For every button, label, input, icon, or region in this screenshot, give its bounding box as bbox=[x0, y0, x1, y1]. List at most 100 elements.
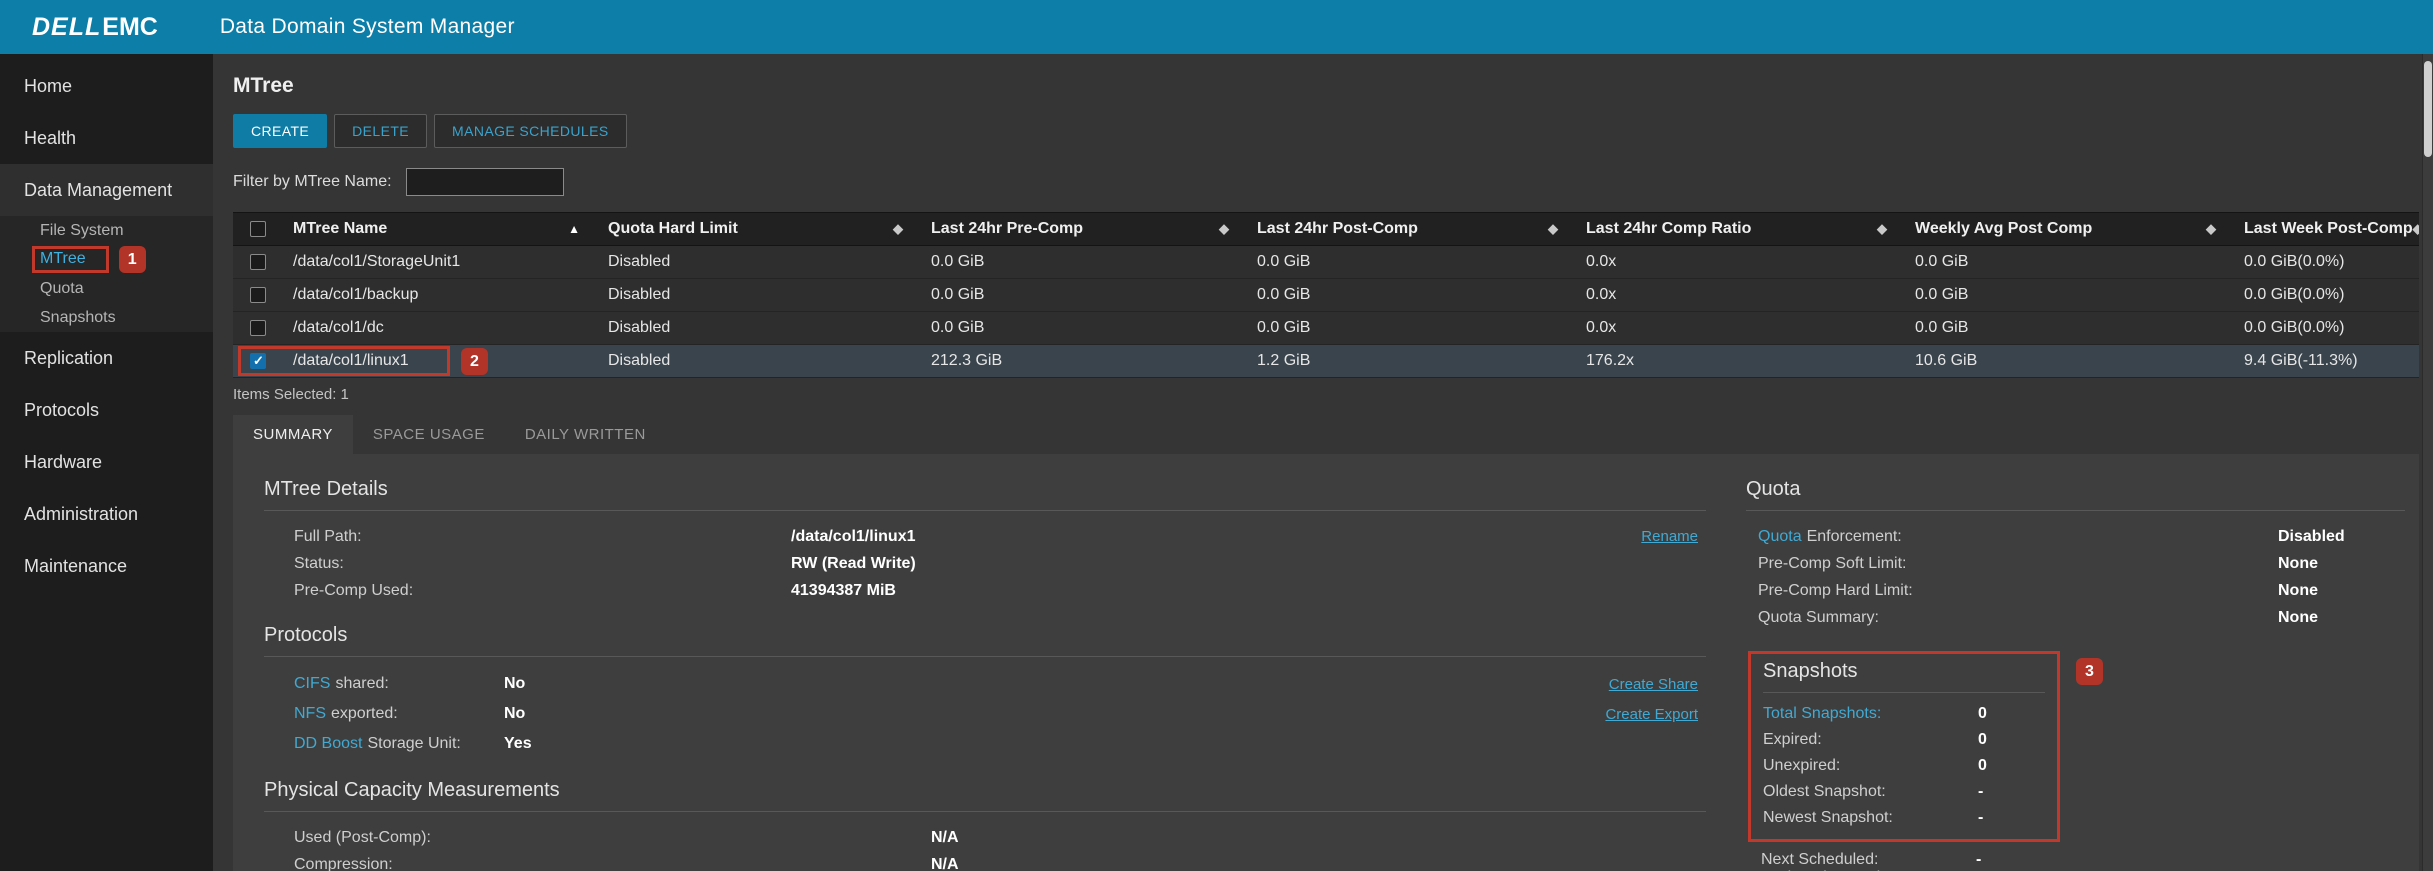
sort-icon: ◆ bbox=[1877, 221, 1887, 236]
create-export-link[interactable]: Create Export bbox=[1605, 706, 1698, 723]
row-checkbox[interactable] bbox=[250, 320, 266, 336]
filter-label: Filter by MTree Name: bbox=[233, 173, 392, 190]
sort-icon: ◆ bbox=[1548, 221, 1558, 236]
sidebar-item-administration[interactable]: Administration bbox=[0, 488, 213, 540]
sidebar-group-data-management: Data Management File System MTree 1 Quot… bbox=[0, 164, 213, 332]
table-header-row: MTree Name ▲ Quota Hard Limit ◆ Last 24hr … bbox=[233, 212, 2419, 246]
app-title: Data Domain System Manager bbox=[219, 15, 515, 38]
sort-icon: ◆ bbox=[1219, 221, 1229, 236]
newest-snapshot-row: Newest Snapshot: - bbox=[1763, 809, 1984, 826]
tab-space-usage[interactable]: SPACE USAGE bbox=[353, 415, 505, 454]
cell-quota-hard-limit: Disabled bbox=[608, 352, 671, 369]
summary-right-column: Quota Quota Enforcement: Disabled Pre-Com… bbox=[1746, 478, 2405, 871]
soft-limit-row: Pre-Comp Soft Limit: None bbox=[1758, 554, 2318, 572]
column-header-weekly-avg-post-comp[interactable]: Weekly Avg Post Comp ◆ bbox=[1905, 220, 2234, 238]
cell-mtree-name: /data/col1/StorageUnit1 bbox=[293, 253, 461, 270]
cell-weekly-avg: 0.0 GiB bbox=[1915, 286, 1969, 303]
dd-boost-link[interactable]: DD Boost bbox=[294, 735, 362, 753]
snapshots-section: 3 Snapshots Total Snapshots: 0 Expired: … bbox=[1746, 651, 2405, 871]
snapshots-title: Snapshots bbox=[1763, 660, 2045, 693]
sidebar-item-snapshots[interactable]: Snapshots bbox=[0, 303, 213, 332]
row-checkbox[interactable] bbox=[250, 254, 266, 270]
detail-tabs: SUMMARY SPACE USAGE DAILY WRITTEN bbox=[233, 415, 2419, 454]
delete-button[interactable]: DELETE bbox=[334, 114, 428, 148]
dell-logo-text: DELL bbox=[32, 12, 102, 41]
annotation-badge-3: 3 bbox=[2076, 658, 2103, 685]
annotation-box-1: MTree bbox=[32, 246, 109, 273]
unexpired-row: Unexpired: 0 bbox=[1763, 757, 1987, 774]
compression-row: Compression: N/A bbox=[294, 855, 959, 871]
dd-system-manager-window: DELLEMC Data Domain System Manager Home … bbox=[0, 0, 2433, 871]
table-row-backup[interactable]: /data/col1/backup Disabled 0.0 GiB 0.0 G… bbox=[233, 279, 2419, 312]
nfs-link[interactable]: NFS bbox=[294, 705, 326, 723]
create-share-link[interactable]: Create Share bbox=[1609, 676, 1698, 693]
cifs-link[interactable]: CIFS bbox=[294, 675, 330, 693]
annotation-badge-2: 2 bbox=[461, 348, 488, 375]
cell-post-comp: 1.2 GiB bbox=[1257, 352, 1311, 369]
row-checkbox-checked[interactable] bbox=[250, 353, 266, 369]
sort-icon: ◆ bbox=[2206, 221, 2216, 236]
manage-schedules-button[interactable]: MANAGE SCHEDULES bbox=[434, 114, 627, 148]
table-row-storageunit1[interactable]: /data/col1/StorageUnit1 Disabled 0.0 GiB… bbox=[233, 246, 2419, 279]
sort-icon: ◆ bbox=[2412, 221, 2419, 236]
sidebar-item-replication[interactable]: Replication bbox=[0, 332, 213, 384]
tab-summary[interactable]: SUMMARY bbox=[233, 415, 353, 454]
cell-mtree-name: /data/col1/backup bbox=[293, 286, 419, 303]
sidebar-item-data-management[interactable]: Data Management bbox=[0, 164, 213, 216]
page-title: MTree bbox=[233, 74, 294, 97]
sidebar-item-file-system[interactable]: File System bbox=[0, 216, 213, 245]
table-row-linux1-selected[interactable]: 2 /data/col1/linux1 Disabled 212.3 GiB 1… bbox=[233, 345, 2419, 378]
sort-icon: ◆ bbox=[893, 221, 903, 236]
cell-comp-ratio: 0.0x bbox=[1586, 286, 1617, 303]
used-post-comp-row: Used (Post-Comp): N/A bbox=[294, 828, 959, 846]
sidebar-item-maintenance[interactable]: Maintenance bbox=[0, 540, 213, 592]
cell-mtree-name: /data/col1/linux1 bbox=[293, 352, 409, 369]
sidebar-item-home[interactable]: Home bbox=[0, 60, 213, 112]
summary-left-column: MTree Details Full Path: /data/col1/linu… bbox=[264, 478, 1746, 871]
scrollbar-thumb[interactable] bbox=[2424, 61, 2432, 157]
cell-pre-comp: 0.0 GiB bbox=[931, 286, 985, 303]
cell-comp-ratio: 176.2x bbox=[1586, 352, 1635, 369]
tab-daily-written[interactable]: DAILY WRITTEN bbox=[505, 415, 666, 454]
dell-emc-logo: DELLEMC bbox=[32, 13, 158, 42]
cell-mtree-name: /data/col1/dc bbox=[293, 319, 384, 336]
cell-pre-comp: 0.0 GiB bbox=[931, 319, 985, 336]
toolbar: CREATE DELETE MANAGE SCHEDULES bbox=[233, 114, 2419, 148]
column-header-last-24hr-comp-ratio[interactable]: Last 24hr Comp Ratio ◆ bbox=[1576, 220, 1905, 238]
next-scheduled-row: Next Scheduled: - bbox=[1761, 850, 1982, 868]
cell-last-week: 0.0 GiB(0.0%) bbox=[2244, 253, 2345, 270]
expired-row: Expired: 0 bbox=[1763, 731, 1987, 748]
row-checkbox[interactable] bbox=[250, 287, 266, 303]
column-header-quota-hard-limit[interactable]: Quota Hard Limit ◆ bbox=[598, 220, 921, 238]
sidebar-item-quota[interactable]: Quota bbox=[0, 274, 213, 303]
oldest-snapshot-row: Oldest Snapshot: - bbox=[1763, 783, 1984, 800]
column-header-last-24hr-post-comp[interactable]: Last 24hr Post-Comp ◆ bbox=[1247, 220, 1576, 238]
cell-comp-ratio: 0.0x bbox=[1586, 319, 1617, 336]
create-button[interactable]: CREATE bbox=[233, 114, 328, 148]
sidebar-item-protocols[interactable]: Protocols bbox=[0, 384, 213, 436]
cell-quota-hard-limit: Disabled bbox=[608, 319, 671, 336]
quota-link[interactable]: Quota bbox=[1758, 528, 1802, 546]
select-all-checkbox[interactable] bbox=[250, 221, 266, 237]
sidebar-item-health[interactable]: Health bbox=[0, 112, 213, 164]
rename-link[interactable]: Rename bbox=[1641, 528, 1698, 545]
sidebar-item-mtree[interactable]: MTree 1 bbox=[0, 245, 213, 274]
total-snapshots-link[interactable]: Total Snapshots: bbox=[1763, 705, 1881, 723]
sort-ascending-icon: ▲ bbox=[568, 222, 580, 236]
table-row-dc[interactable]: /data/col1/dc Disabled 0.0 GiB 0.0 GiB 0… bbox=[233, 312, 2419, 345]
column-header-last-24hr-pre-comp[interactable]: Last 24hr Pre-Comp ◆ bbox=[921, 220, 1247, 238]
sidebar-item-hardware[interactable]: Hardware bbox=[0, 436, 213, 488]
summary-panel: MTree Details Full Path: /data/col1/linu… bbox=[233, 454, 2419, 871]
cell-quota-hard-limit: Disabled bbox=[608, 253, 671, 270]
cell-last-week: 0.0 GiB(0.0%) bbox=[2244, 319, 2345, 336]
pre-comp-used-row: Pre-Comp Used: 41394387 MiB bbox=[294, 581, 896, 599]
cell-post-comp: 0.0 GiB bbox=[1257, 319, 1311, 336]
column-header-mtree-name[interactable]: MTree Name ▲ bbox=[283, 220, 598, 238]
column-header-last-week-post-comp[interactable]: Last Week Post-Comp ◆ bbox=[2234, 220, 2419, 238]
mtree-details-title: MTree Details bbox=[264, 478, 1706, 511]
filter-mtree-name-input[interactable] bbox=[405, 168, 564, 196]
quota-enforcement-row: Quota Enforcement: Disabled bbox=[1758, 527, 2345, 546]
cell-post-comp: 0.0 GiB bbox=[1257, 286, 1311, 303]
cell-weekly-avg: 0.0 GiB bbox=[1915, 253, 1969, 270]
vertical-scrollbar[interactable] bbox=[2422, 54, 2433, 871]
